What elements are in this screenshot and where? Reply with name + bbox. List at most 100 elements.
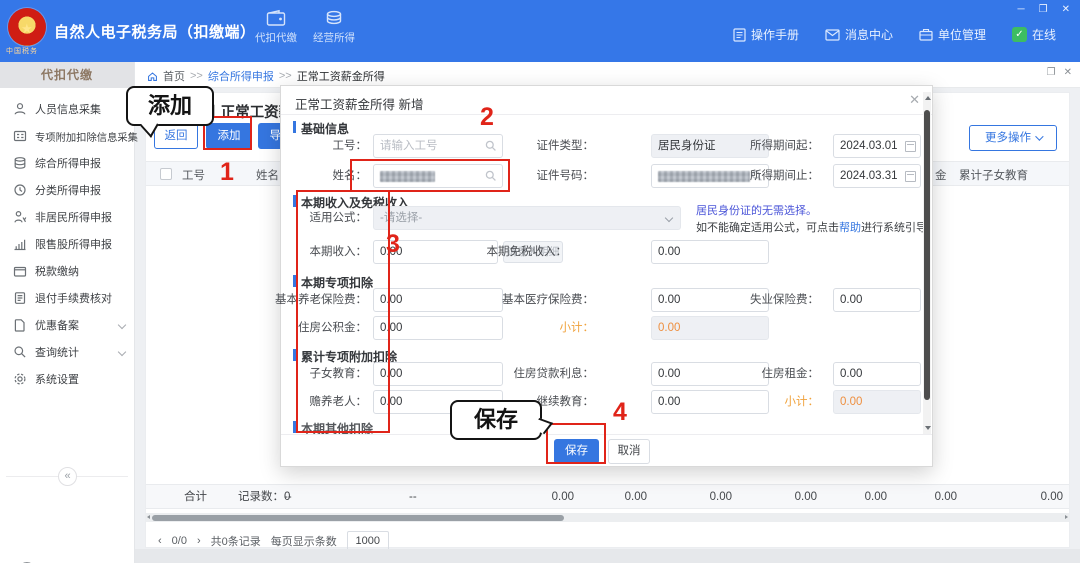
summary-dash: --: [284, 485, 292, 509]
period-end-input[interactable]: 2024.03.31: [833, 164, 921, 188]
period-end-value: 2024.03.31: [840, 170, 898, 182]
taxfree-input[interactable]: 0.00: [651, 240, 769, 264]
subtotal2-label: 小计：: [785, 390, 820, 414]
page-size-input[interactable]: 1000: [347, 531, 389, 551]
pension-input[interactable]: 0.00: [373, 288, 503, 312]
link-message-center[interactable]: 消息中心: [825, 26, 893, 43]
window-close-icon[interactable]: ✕: [1062, 4, 1070, 15]
search-icon[interactable]: [485, 140, 497, 152]
select-all-checkbox[interactable]: [160, 168, 172, 180]
column-right-partial[interactable]: 金: [935, 167, 947, 183]
formula-select[interactable]: -请选择-: [373, 206, 681, 230]
column-emp-no[interactable]: 工号: [182, 167, 205, 183]
housing-fund-input[interactable]: 0.00: [373, 316, 503, 340]
sidebar-item-label: 限售股所得申报: [35, 236, 112, 252]
dialog-footer-divider: [281, 434, 932, 435]
column-children-education[interactable]: 累计子女教育: [959, 167, 1028, 183]
tab-restore-icon[interactable]: ❐: [1047, 67, 1056, 78]
more-actions-button[interactable]: 更多操作: [969, 125, 1057, 151]
summary-label: 合计: [184, 485, 207, 509]
formula-hint-line2: 如不能确定适用公式，可点击帮助进行系统引导: [696, 219, 927, 235]
column-name[interactable]: 姓名: [256, 167, 279, 183]
rent-input[interactable]: 0.00: [833, 362, 921, 386]
breadcrumb-link-comprehensive-income[interactable]: 综合所得申报: [208, 68, 274, 84]
dialog-close-icon[interactable]: ✕: [909, 92, 920, 108]
receipt-icon: [13, 291, 27, 305]
unemployment-input[interactable]: 0.00: [833, 288, 921, 312]
cancel-button[interactable]: 取消: [608, 439, 650, 464]
sidebar-item-query-statistics[interactable]: 查询统计: [0, 341, 135, 363]
scroll-up-icon[interactable]: [925, 96, 931, 100]
sidebar-item-classified-income[interactable]: 分类所得申报: [0, 179, 135, 201]
sidebar-item-label: 税款缴纳: [35, 263, 79, 279]
window-minimize-icon[interactable]: ─: [1018, 4, 1025, 15]
summary-record-count: 记录数：0: [238, 485, 290, 509]
hint-text: 进行系统引导: [861, 222, 927, 234]
formula-hint-line1: 居民身份证的无需选择。: [696, 202, 817, 218]
coins-icon: [324, 9, 344, 27]
tab-withholding[interactable]: 代扣代缴: [248, 9, 304, 45]
online-status-label: 在线: [1032, 26, 1056, 43]
back-button[interactable]: 返回: [154, 123, 198, 149]
page-size-label: 每页显示条数: [271, 533, 337, 549]
sidebar-item-comprehensive-income[interactable]: 综合所得申报: [0, 152, 135, 174]
calendar-icon[interactable]: [905, 141, 916, 152]
breadcrumb-home[interactable]: 首页: [163, 68, 185, 84]
sidebar-item-preferential-filing[interactable]: 优惠备案: [0, 314, 135, 336]
sidebar-item-nonresident-income[interactable]: 非居民所得申报: [0, 206, 135, 228]
annotation-box-sections: [296, 190, 390, 433]
link-unit-management[interactable]: 单位管理: [919, 26, 986, 43]
scrollbar-thumb[interactable]: [152, 515, 564, 521]
sidebar-item-tax-payment[interactable]: 税款缴纳: [0, 260, 135, 282]
national-emblem-logo: ★: [8, 8, 46, 46]
tab-window-controls: ❐ ✕: [1047, 67, 1072, 78]
hotline-logo: 纳税服务热线 12366: [12, 559, 104, 563]
headset-person-icon: [12, 559, 42, 563]
page-next-icon[interactable]: ›: [197, 535, 201, 547]
page-prev-icon[interactable]: ‹: [158, 535, 162, 547]
sidebar-item-special-deduction-info[interactable]: 专项附加扣除信息采集: [0, 125, 135, 147]
sidebar-item-label: 优惠备案: [35, 317, 79, 333]
scroll-right-icon[interactable]: [1065, 515, 1068, 519]
id-type-label: 证件类型：: [537, 134, 595, 158]
children-edu-input[interactable]: 0.00: [373, 362, 503, 386]
sidebar-item-label: 退付手续费核对: [35, 290, 112, 306]
link-operation-manual[interactable]: 操作手册: [733, 26, 799, 43]
taxfree-label: 本期免税收入：: [487, 240, 568, 264]
sidebar-collapse-button[interactable]: «: [58, 467, 77, 486]
breadcrumb-separator: >>: [279, 70, 292, 82]
sidebar-item-refund-fee-check[interactable]: 退付手续费核对: [0, 287, 135, 309]
tab-business-income-label: 经营所得: [306, 30, 362, 45]
link-message-center-label: 消息中心: [845, 26, 893, 43]
period-start-value: 2024.03.01: [840, 140, 898, 152]
breadcrumb-current: 正常工资薪金所得: [297, 68, 385, 84]
annotation-step-4: 4: [613, 398, 627, 427]
sidebar: 代扣代缴 人员信息采集 专项附加扣除信息采集 综合所得申报 分类所得申报 非居民…: [0, 62, 135, 563]
online-status[interactable]: ✓ 在线: [1012, 26, 1056, 43]
sidebar-item-restricted-stock[interactable]: 限售股所得申报: [0, 233, 135, 255]
wallet-icon: [266, 9, 286, 27]
tab-close-icon[interactable]: ✕: [1064, 67, 1072, 78]
dialog-scrollbar[interactable]: [923, 92, 931, 434]
scroll-left-icon[interactable]: [147, 515, 150, 519]
tab-business-income[interactable]: 经营所得: [306, 9, 362, 45]
scroll-down-icon[interactable]: [925, 426, 931, 430]
user-walk-icon: [13, 210, 27, 224]
database-icon: [13, 156, 27, 170]
help-link[interactable]: 帮助: [839, 222, 861, 234]
horizontal-scrollbar[interactable]: [146, 513, 1069, 522]
period-start-input[interactable]: 2024.03.01: [833, 134, 921, 158]
loan-interest-input[interactable]: 0.00: [651, 362, 769, 386]
breadcrumb-separator: >>: [190, 70, 203, 82]
emp-no-input[interactable]: 请输入工号: [373, 134, 503, 158]
scrollbar-thumb[interactable]: [924, 110, 930, 400]
callout-add-label: 添加: [148, 93, 192, 118]
calendar-icon[interactable]: [905, 171, 916, 182]
window-maximize-icon[interactable]: ❐: [1039, 4, 1048, 15]
continuing-edu-input[interactable]: 0.00: [651, 390, 769, 414]
breadcrumb: 首页 >> 综合所得申报 >> 正常工资薪金所得: [147, 68, 385, 84]
sidebar-item-personnel-info[interactable]: 人员信息采集: [0, 98, 135, 120]
sidebar-item-system-settings[interactable]: 系统设置: [0, 368, 135, 390]
link-operation-manual-label: 操作手册: [751, 26, 799, 43]
subtotal-label: 小计：: [560, 316, 595, 340]
